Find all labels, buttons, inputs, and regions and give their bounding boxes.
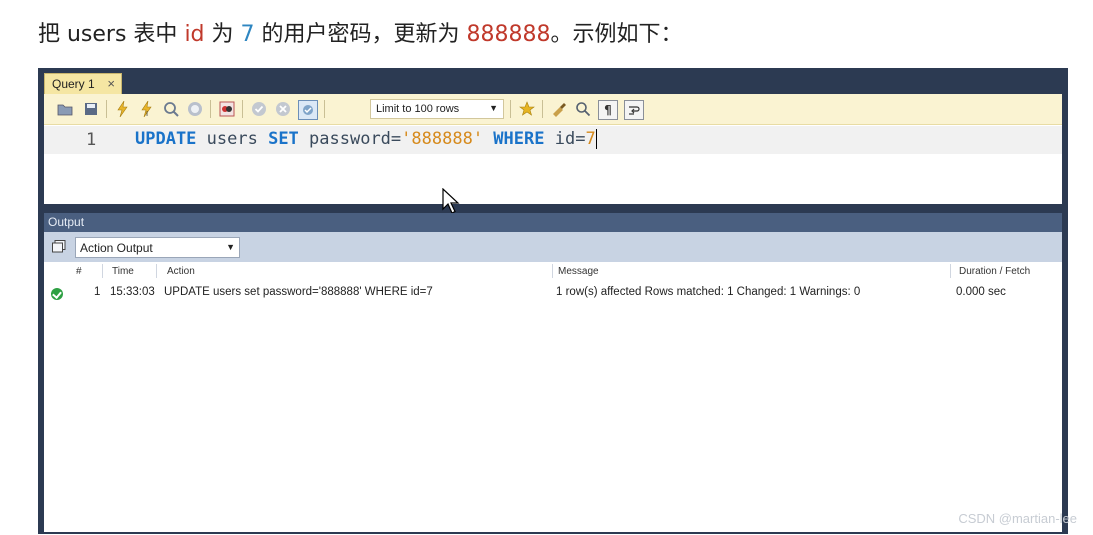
output-type-select[interactable]: Action Output ▼	[75, 237, 240, 258]
success-check-icon	[51, 288, 63, 300]
string-literal: '888888'	[401, 129, 484, 149]
table-name: users	[196, 129, 269, 149]
invisible-chars-icon[interactable]: ¶	[598, 100, 618, 120]
svg-text:I: I	[146, 110, 148, 117]
keyword-set: SET	[268, 129, 299, 149]
tab-query-1[interactable]: Query 1 ×	[44, 73, 122, 94]
row-num: 1	[94, 286, 101, 298]
instruction-text-4: 。示例如下：	[550, 22, 683, 47]
commit-icon[interactable]	[250, 100, 268, 118]
instruction-text-2: 为	[204, 22, 241, 47]
output-type-value: Action Output	[80, 241, 153, 255]
watermark: CSDN @martian-lee	[958, 511, 1077, 526]
favorite-icon[interactable]	[518, 100, 536, 118]
workbench-window: Query 1 × I Limit to 100 rows ▼ ¶ 1 UPDA…	[38, 68, 1068, 534]
toolbar-separator	[542, 100, 543, 118]
instruction-text-1: 把 users 表中	[38, 22, 185, 47]
column-header-time[interactable]: Time	[112, 266, 134, 277]
toolbar-separator	[510, 100, 511, 118]
column-divider	[950, 264, 951, 278]
column-divider	[156, 264, 157, 278]
close-icon[interactable]: ×	[107, 76, 115, 91]
toolbar-separator	[210, 100, 211, 118]
column-header-duration[interactable]: Duration / Fetch	[959, 266, 1030, 277]
rollback-icon[interactable]	[274, 100, 292, 118]
instruction-heading: 把 users 表中 id 为 7 的用户密码，更新为 888888。示例如下：	[38, 16, 683, 48]
explain-icon[interactable]	[162, 100, 180, 118]
column-password: password	[298, 129, 391, 149]
equals-sign: =	[390, 129, 402, 149]
tab-query-1-label: Query 1	[52, 77, 95, 91]
row-action: UPDATE users set password='888888' WHERE…	[164, 286, 433, 298]
find-icon[interactable]	[574, 100, 592, 118]
number-literal: 7	[585, 129, 596, 149]
line-number: 1	[86, 130, 97, 150]
stop-icon[interactable]	[186, 100, 204, 118]
toolbar-separator	[106, 100, 107, 118]
column-header-action[interactable]: Action	[167, 266, 195, 277]
action-output-grid: # Time Action Message Duration / Fetch 1…	[44, 262, 1062, 532]
sql-editor: I Limit to 100 rows ▼ ¶ 1 UPDATE users S…	[44, 94, 1062, 214]
save-icon[interactable]	[82, 100, 100, 118]
wrap-icon[interactable]	[624, 100, 644, 120]
keyword-where: WHERE	[483, 129, 545, 149]
autocommit-icon[interactable]	[298, 100, 318, 120]
execute-icon[interactable]	[114, 100, 132, 118]
column-header-num[interactable]: #	[76, 266, 82, 277]
execute-current-icon[interactable]: I	[138, 100, 156, 118]
mouse-pointer-icon	[442, 188, 460, 214]
toggle-results-icon[interactable]	[218, 100, 236, 118]
equals-sign: =	[575, 129, 586, 149]
row-duration: 0.000 sec	[956, 286, 1006, 298]
column-divider	[552, 264, 553, 278]
sql-code-line[interactable]: UPDATE users SET password='888888' WHERE…	[135, 129, 597, 149]
column-header-message[interactable]: Message	[558, 266, 599, 277]
toolbar-separator	[324, 100, 325, 118]
toolbar-separator	[242, 100, 243, 118]
limit-rows-select[interactable]: Limit to 100 rows ▼	[370, 99, 504, 119]
row-time: 15:33:03	[110, 286, 155, 298]
query-tab-strip: Query 1 ×	[38, 68, 1068, 94]
row-message: 1 row(s) affected Rows matched: 1 Change…	[556, 286, 861, 298]
chevron-down-icon: ▼	[226, 242, 235, 252]
copy-icon[interactable]	[52, 240, 66, 253]
instruction-text-3: 的用户密码，更新为	[254, 22, 467, 47]
keyword-update: UPDATE	[135, 129, 197, 149]
output-toolbar: Action Output ▼	[44, 232, 1062, 262]
chevron-down-icon: ▼	[489, 103, 498, 113]
instruction-new-password: 888888	[466, 22, 551, 47]
instruction-field: id	[184, 22, 205, 47]
instruction-id-value: 7	[240, 22, 255, 47]
sql-toolbar: I Limit to 100 rows ▼ ¶	[44, 94, 1062, 125]
limit-rows-value: Limit to 100 rows	[376, 103, 460, 115]
beautify-icon[interactable]	[550, 100, 568, 118]
text-caret	[595, 129, 597, 149]
output-panel-header: Output	[44, 213, 1062, 232]
column-divider	[102, 264, 103, 278]
column-id: id	[544, 129, 576, 149]
open-folder-icon[interactable]	[56, 100, 74, 118]
